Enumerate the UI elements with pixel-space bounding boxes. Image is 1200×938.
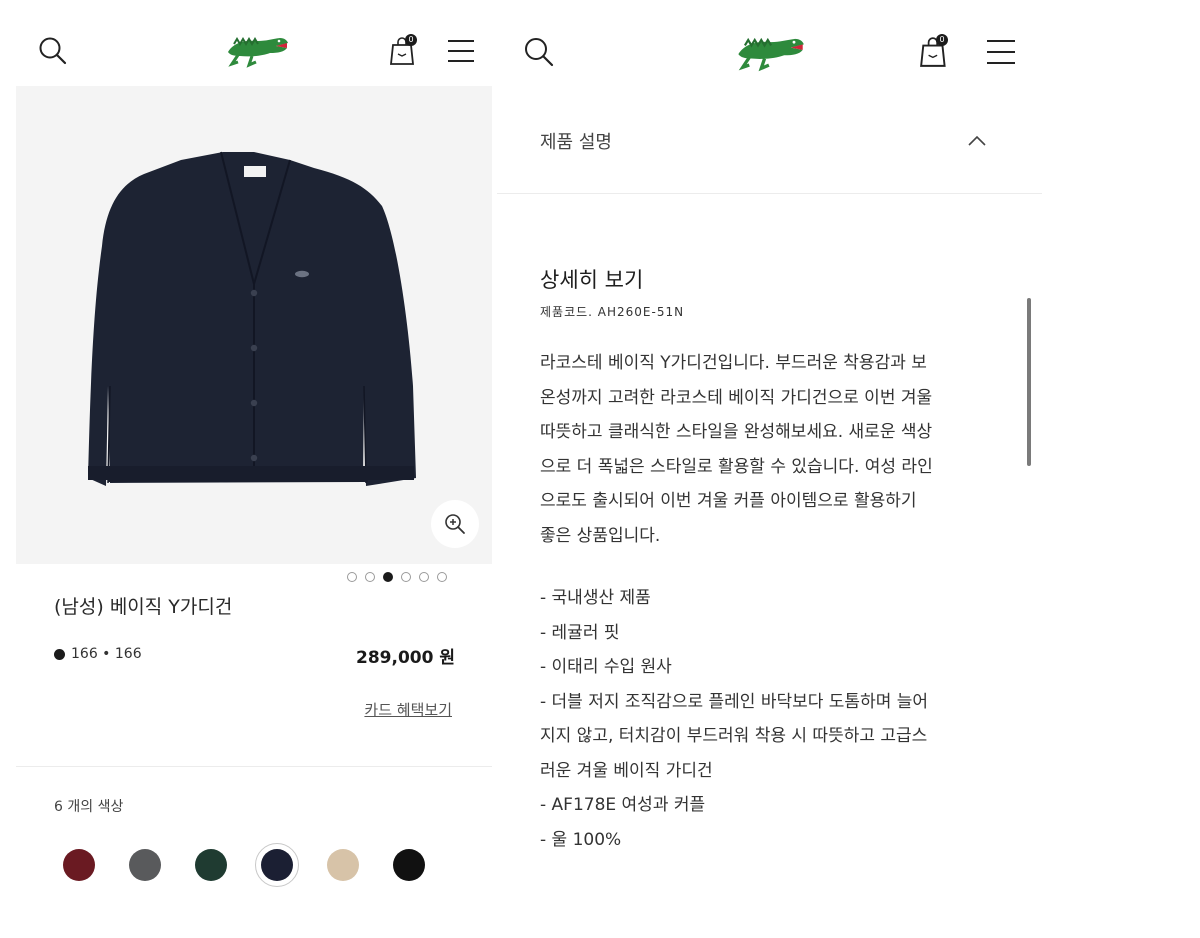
- bag-count-badge: 0: [936, 34, 948, 46]
- description-line: - 국내생산 제품: [540, 588, 651, 608]
- description-line: - 울 100%: [540, 829, 622, 850]
- divider: [497, 193, 1042, 194]
- description-line: [540, 553, 1000, 581]
- description-line: 좋은 상품입니다.: [540, 525, 661, 546]
- swatch-fill: [129, 849, 161, 881]
- swatch-fill: [63, 849, 95, 881]
- shopping-bag-icon[interactable]: 0: [920, 34, 950, 72]
- zoom-in-icon: [445, 514, 465, 534]
- crocodile-logo[interactable]: [224, 30, 290, 74]
- description-line: 지지 않고, 터치감이 부드러워 착용 시 따뜻하고 고급스: [540, 726, 928, 746]
- carousel-dot[interactable]: [419, 572, 429, 582]
- details-title: 상세히 보기: [540, 268, 644, 292]
- product-image[interactable]: [16, 86, 492, 564]
- bag-count-badge: 0: [405, 34, 417, 46]
- search-icon[interactable]: [38, 36, 68, 70]
- color-swatch-dark-green[interactable]: [189, 843, 233, 887]
- zoom-button[interactable]: [431, 500, 479, 548]
- card-benefits-link[interactable]: 카드 혜택보기: [364, 699, 452, 720]
- color-count-label: 6 개의 색상: [54, 799, 124, 815]
- color-swatch-burgundy[interactable]: [57, 843, 101, 887]
- scrollbar[interactable]: [1027, 298, 1031, 466]
- description-line: - 레귤러 핏: [540, 622, 620, 643]
- color-swatch-beige[interactable]: [321, 843, 365, 887]
- crocodile-logo[interactable]: [734, 30, 806, 78]
- carousel-dot[interactable]: [347, 572, 357, 582]
- product-panel: 0 (남성) 베이직 Y가디건 166 • 166 289,000 원 카드 혜…: [0, 0, 500, 938]
- color-swatch-navy[interactable]: [255, 843, 299, 887]
- description-line: 라코스테 베이직 Y가디건입니다. 부드러운 착용감과 보: [540, 353, 927, 373]
- description-line: 온성까지 고려한 라코스테 베이직 가디건으로 이번 겨울: [540, 387, 933, 408]
- swatch-fill: [393, 849, 425, 881]
- swatch-fill: [195, 849, 227, 881]
- accordion-title[interactable]: 제품 설명: [540, 128, 612, 154]
- description-line: - 더블 저지 조직감으로 플레인 바닥보다 도톰하며 늘어: [540, 691, 929, 712]
- carousel-dot[interactable]: [383, 572, 393, 582]
- carousel-dots: [347, 572, 447, 582]
- swatch-fill: [261, 849, 293, 881]
- chevron-up-icon[interactable]: [967, 132, 987, 151]
- product-meta-text: 166 • 166: [71, 646, 142, 662]
- description-line: 러운 겨울 베이직 가디건: [540, 760, 713, 781]
- color-swatch-black[interactable]: [387, 843, 431, 887]
- product-code: 제품코드. AH260E-51N: [540, 305, 685, 319]
- description-line: 으로도 출시되어 이번 겨울 커플 아이템으로 활용하기: [540, 491, 917, 511]
- divider: [16, 766, 492, 767]
- hamburger-menu-icon[interactable]: [986, 38, 1016, 70]
- carousel-dot[interactable]: [437, 572, 447, 582]
- description-line: - AF178E 여성과 커플: [540, 795, 706, 815]
- hamburger-menu-icon[interactable]: [447, 38, 475, 68]
- cardigan-image: [88, 151, 416, 486]
- swatch-fill: [327, 849, 359, 881]
- product-name: (남성) 베이직 Y가디건: [54, 596, 233, 618]
- description-line: 으로 더 폭넓은 스타일로 활용할 수 있습니다. 여성 라인: [540, 456, 933, 477]
- search-icon[interactable]: [523, 36, 555, 72]
- description-line: 따뜻하고 클래식한 스타일을 완성해보세요. 새로운 색상: [540, 422, 933, 442]
- carousel-dot[interactable]: [401, 572, 411, 582]
- color-swatch-charcoal[interactable]: [123, 843, 167, 887]
- product-price: 289,000 원: [356, 648, 455, 668]
- carousel-dot[interactable]: [365, 572, 375, 582]
- product-description: 라코스테 베이직 Y가디건입니다. 부드러운 착용감과 보온성까지 고려한 라코…: [540, 346, 1000, 857]
- product-meta: 166 • 166: [54, 646, 142, 662]
- shopping-bag-icon[interactable]: 0: [390, 34, 418, 70]
- color-dot: [54, 648, 65, 660]
- description-panel: 0 제품 설명 상세히 보기 제품코드. AH260E-51N 라코스테 베이직…: [497, 0, 1045, 938]
- description-line: - 이태리 수입 원사: [540, 657, 672, 677]
